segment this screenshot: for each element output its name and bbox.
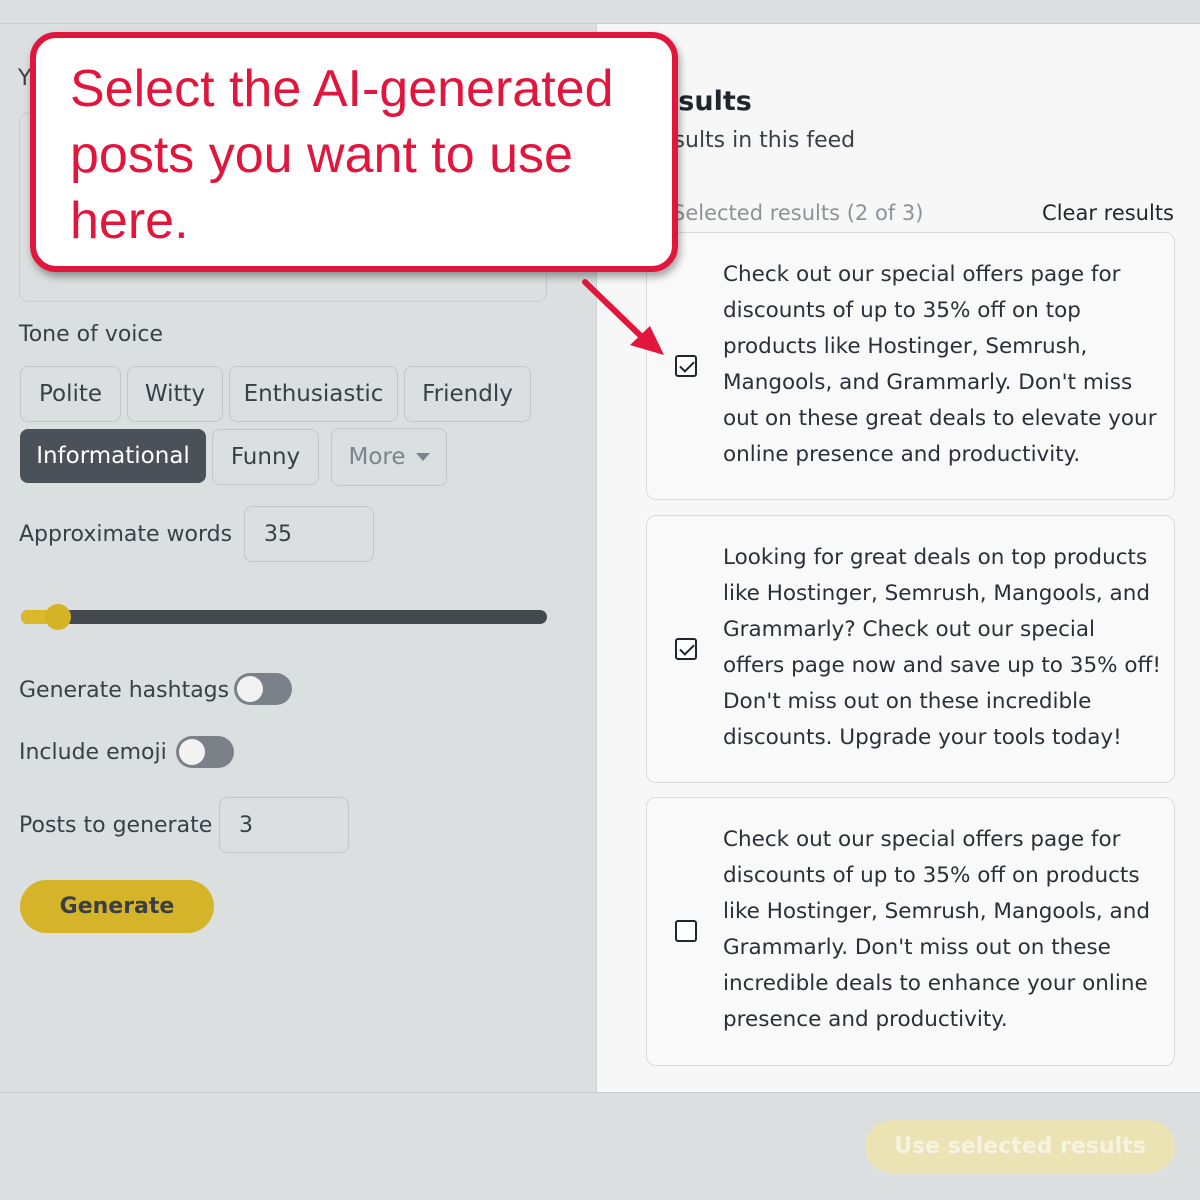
approximate-words-slider[interactable] bbox=[21, 604, 547, 630]
result-card[interactable]: Check out our special offers page for di… bbox=[646, 797, 1175, 1066]
more-label: More bbox=[348, 444, 406, 470]
result-text: Check out our special offers page for di… bbox=[723, 262, 1157, 467]
annotation-callout: Select the AI-generated posts you want t… bbox=[30, 32, 678, 272]
posts-to-generate-label: Posts to generate bbox=[19, 813, 213, 838]
use-selected-results-button[interactable]: Use selected results bbox=[865, 1120, 1175, 1173]
tone-chip-witty[interactable]: Witty bbox=[127, 366, 223, 422]
chevron-down-icon bbox=[415, 453, 430, 461]
tone-chip-enthusiastic[interactable]: Enthusiastic bbox=[229, 366, 398, 422]
top-strip bbox=[0, 0, 1200, 24]
slider-thumb[interactable] bbox=[44, 604, 71, 630]
result-text: Check out our special offers page for di… bbox=[723, 827, 1151, 1032]
clear-results-link[interactable]: Clear results bbox=[1042, 201, 1174, 225]
approximate-words-input[interactable]: 35 bbox=[244, 506, 374, 562]
include-emoji-toggle[interactable] bbox=[176, 736, 234, 768]
posts-to-generate-input[interactable]: 3 bbox=[219, 797, 349, 853]
toggle-knob bbox=[179, 739, 205, 765]
tone-label: Tone of voice bbox=[19, 322, 164, 347]
result-text: Looking for great deals on top products … bbox=[723, 545, 1161, 750]
results-subtitle: esults in this feed bbox=[660, 128, 856, 153]
tone-more-dropdown[interactable]: More bbox=[331, 428, 447, 486]
result-card[interactable]: Check out our special offers page for di… bbox=[646, 232, 1175, 500]
generate-hashtags-toggle[interactable] bbox=[234, 673, 292, 705]
include-emoji-label: Include emoji bbox=[19, 740, 167, 765]
tone-chip-informational[interactable]: Informational bbox=[20, 429, 206, 483]
result-checkbox[interactable] bbox=[675, 638, 697, 660]
generate-hashtags-label: Generate hashtags bbox=[19, 678, 230, 703]
result-checkbox[interactable] bbox=[675, 920, 697, 942]
result-checkbox[interactable] bbox=[675, 355, 697, 377]
tone-chip-friendly[interactable]: Friendly bbox=[404, 366, 531, 422]
callout-text: Select the AI-generated posts you want t… bbox=[70, 60, 614, 250]
approximate-words-label: Approximate words bbox=[19, 522, 233, 547]
tone-chip-funny[interactable]: Funny bbox=[212, 429, 319, 485]
result-card[interactable]: Looking for great deals on top products … bbox=[646, 515, 1175, 783]
generate-button[interactable]: Generate bbox=[20, 880, 214, 933]
tone-chip-polite[interactable]: Polite bbox=[20, 366, 121, 422]
toggle-knob bbox=[237, 676, 263, 702]
selected-results-count: Selected results (2 of 3) bbox=[672, 201, 924, 225]
